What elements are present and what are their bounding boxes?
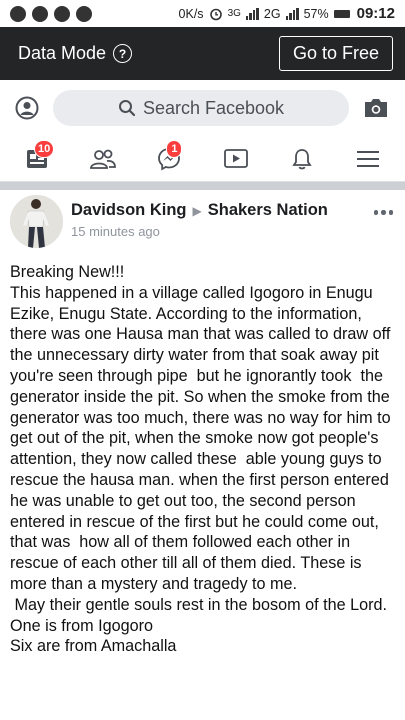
status-bar: 0K/s 3G 2G 57% 09:12 [0,0,405,27]
go-to-free-button[interactable]: Go to Free [279,36,393,71]
messenger-badge: 1 [166,139,183,158]
signal-strength-icon-2 [285,7,299,20]
camera-icon[interactable] [363,97,389,119]
tab-friends[interactable] [88,144,118,174]
profile-icon[interactable] [15,96,39,120]
clock: 09:12 [356,5,395,22]
nav-bar: 10 1 [0,136,405,182]
search-placeholder: Search Facebook [142,97,285,118]
network-type-3g: 3G [227,8,241,19]
signal-strength-icon [245,7,259,20]
alarm-icon [209,8,222,20]
search-input[interactable]: Search Facebook [53,90,349,126]
delivery-app-notification-icon [54,5,70,22]
tab-watch[interactable] [221,144,251,174]
whatsapp-notification-icon [32,5,48,22]
battery-percent: 57% [303,6,329,21]
tab-notifications[interactable] [287,144,317,174]
data-mode-label: Data Mode [18,43,107,63]
author-avatar[interactable] [10,195,63,248]
feed-divider [0,182,405,190]
author-name[interactable]: Davidson King [71,201,187,220]
post-header: Davidson King ▶ Shakers Nation 15 minute… [0,190,405,252]
group-name[interactable]: Shakers Nation [208,201,328,220]
network-speed: 0K/s [178,6,204,21]
help-icon[interactable]: ? [113,44,133,63]
notification-icons [10,5,92,22]
post-author-line: Davidson King ▶ Shakers Nation [71,201,328,220]
search-row: Search Facebook [0,80,405,136]
tab-menu[interactable] [353,144,383,174]
author-photo-image [10,195,63,248]
hamburger-menu-icon [356,150,379,167]
tab-news-feed[interactable]: 10 [22,139,55,174]
news-feed-badge: 10 [34,139,55,158]
battery-icon [333,9,350,18]
more-options-icon[interactable] [373,210,393,215]
triangle-arrow-icon: ▶ [192,203,202,218]
post-body: Breaking New!!! This happened in a villa… [10,263,391,656]
tab-messenger[interactable]: 1 [154,139,184,174]
app-notification-icon [76,5,92,22]
search-icon [118,100,136,117]
network-type-2g: 2G [263,6,281,21]
friends-icon [90,149,117,169]
bell-icon [292,148,312,169]
watch-video-icon [223,148,248,168]
messenger-notification-icon [10,5,26,22]
data-mode-bar: Data Mode ? Go to Free [0,27,405,80]
post-timestamp[interactable]: 15 minutes ago [71,224,160,239]
